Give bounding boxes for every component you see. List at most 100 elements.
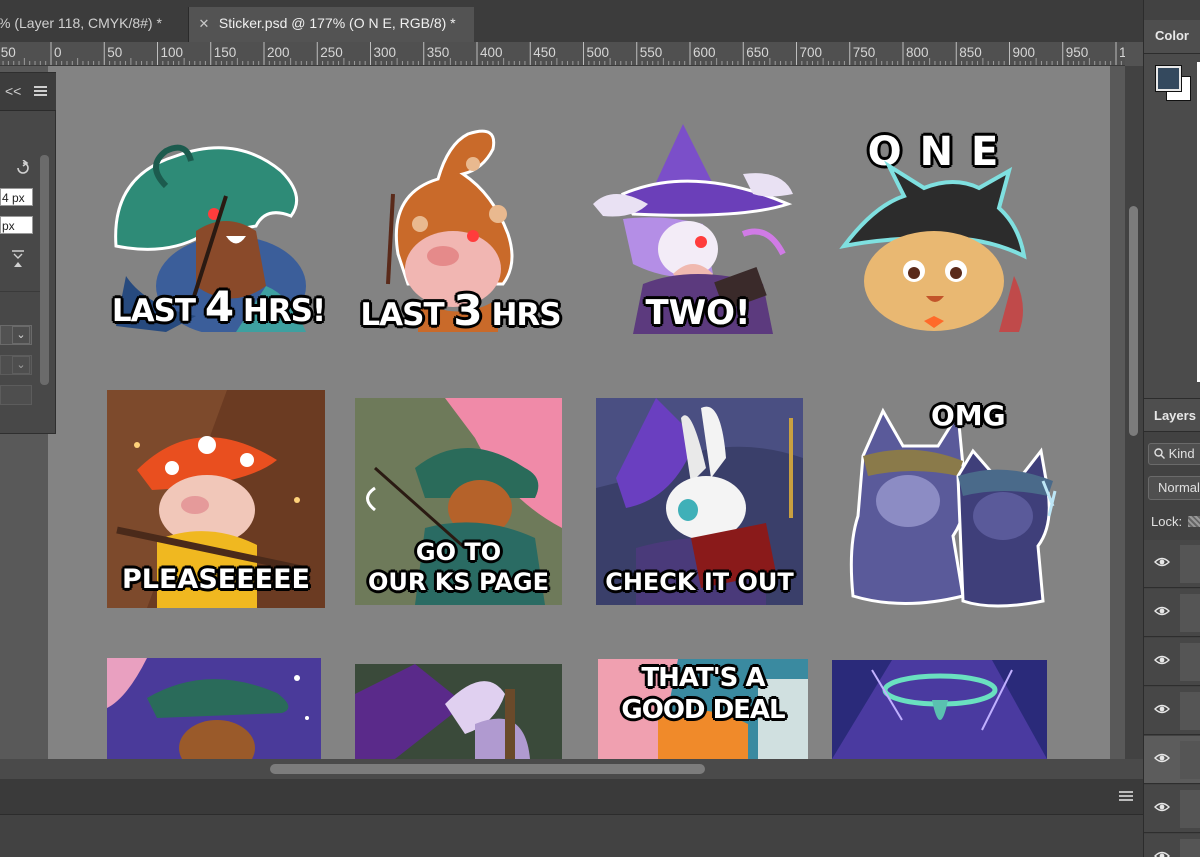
panel-menu-icon[interactable]: [1119, 791, 1133, 801]
layer-thumbnail[interactable]: [1180, 741, 1200, 779]
eye-icon[interactable]: [1154, 850, 1170, 857]
bear-night-illustration: [107, 658, 321, 759]
ruler-label: 950: [1065, 45, 1089, 60]
layer-thumbnail[interactable]: [1180, 643, 1200, 681]
horizontal-ruler[interactable]: 50 0 50 100 150 200 250 300 350 400 450 500 550 600 65…: [0, 42, 1125, 66]
eye-icon[interactable]: [1154, 556, 1170, 568]
panel-menu-icon[interactable]: [34, 86, 47, 96]
sticker-cat-one[interactable]: O N E: [834, 126, 1034, 332]
tab-label: % (Layer 118, CMYK/8#) *: [0, 15, 162, 31]
sticker-caption-line1: THAT'S A: [641, 663, 765, 693]
layer-row[interactable]: [1144, 785, 1200, 833]
eye-icon[interactable]: [1154, 752, 1170, 764]
ruler-label: 800: [906, 45, 929, 60]
ruler-label: 600: [693, 45, 716, 60]
layer-thumbnail[interactable]: [1180, 545, 1200, 583]
layer-thumbnail[interactable]: [1180, 594, 1200, 632]
sticker-good-deal[interactable]: THAT'S A GOOD DEAL: [598, 659, 808, 759]
layer-row[interactable]: [1144, 834, 1200, 857]
ruler-label: 200: [267, 45, 290, 60]
tab-sticker-psd[interactable]: ✕ Sticker.psd @ 177% (O N E, RGB/8) *: [188, 7, 474, 42]
tab-label: Sticker.psd @ 177% (O N E, RGB/8) *: [218, 15, 456, 31]
layer-thumbnail[interactable]: [1180, 692, 1200, 730]
ruler-label: 550: [639, 45, 663, 60]
sticker-caption-line1: GO TO: [415, 538, 502, 566]
ruler-label: 850: [959, 45, 982, 60]
blend-mode-select[interactable]: Normal: [1148, 476, 1200, 500]
layer-row[interactable]: [1144, 736, 1200, 784]
layers-panel-tab[interactable]: Layers: [1144, 398, 1200, 432]
collapse-panel-icon[interactable]: <<: [5, 83, 21, 99]
sticker-bunny-row3[interactable]: [355, 664, 562, 759]
sticker-bear-go-to-ks-page[interactable]: GO TO OUR KS PAGE: [355, 398, 562, 605]
sticker-bear-row3[interactable]: [107, 658, 321, 759]
layer-thumbnail[interactable]: [1180, 839, 1200, 857]
sticker-cats-omg[interactable]: OMG: [843, 396, 1063, 608]
sticker-caption-line2: OUR KS PAGE: [367, 568, 550, 596]
canvas-area[interactable]: LAST 4 HRS! LAST 3 HRS TWO! O N E PLEASE…: [0, 66, 1125, 759]
eye-icon[interactable]: [1154, 654, 1170, 666]
color-panel-title: Color: [1155, 28, 1189, 43]
eye-icon[interactable]: [1154, 605, 1170, 617]
eye-icon[interactable]: [1154, 801, 1170, 813]
sticker-bear-last-4-hrs[interactable]: LAST 4 HRS!: [106, 136, 331, 336]
timeline-panel-header: [0, 779, 1143, 815]
color-panel-tab[interactable]: Color: [1144, 20, 1200, 54]
width-field[interactable]: 4 px: [0, 188, 33, 206]
vertical-scrollbar[interactable]: [1125, 66, 1143, 759]
bunny-hat-illustration: [355, 664, 562, 759]
ruler-label: 500: [586, 45, 610, 60]
layer-row[interactable]: [1144, 687, 1200, 735]
chevron-down-icon: ⌄: [12, 356, 30, 374]
ruler-label: 50: [107, 45, 123, 60]
close-icon[interactable]: ✕: [193, 7, 215, 40]
sticker-caption: TWO!: [645, 293, 751, 333]
ruler-label: 750: [852, 45, 876, 60]
sticker-caption: LAST 3 HRS: [360, 286, 561, 335]
properties-scrollbar[interactable]: [40, 155, 49, 385]
document-tab-bar: % (Layer 118, CMYK/8#) * ✕ Sticker.psd @…: [0, 0, 1143, 42]
right-dock: Color Layers Kind Normal Lock:: [1143, 0, 1200, 857]
layer-row[interactable]: [1144, 540, 1200, 588]
lock-label: Lock:: [1151, 514, 1183, 529]
eye-icon[interactable]: [1154, 703, 1170, 715]
option-select-disabled: [0, 385, 32, 405]
layer-row[interactable]: [1144, 589, 1200, 637]
ruler-label: 250: [320, 45, 343, 60]
photoshop-window: % (Layer 118, CMYK/8#) * ✕ Sticker.psd @…: [0, 0, 1200, 857]
color-panel: [1144, 54, 1200, 398]
ruler-label: 650: [746, 45, 769, 60]
ruler-label: 50: [0, 45, 16, 60]
sticker-magic-row3[interactable]: [832, 660, 1047, 759]
sticker-caption-line2: GOOD DEAL: [621, 695, 785, 725]
reset-icon[interactable]: [14, 160, 32, 176]
sticker-caption: OMG: [931, 399, 1006, 432]
sticker-pig-pleaseeeee[interactable]: PLEASEEEEE: [107, 390, 325, 608]
ruler-label: 10: [1119, 45, 1125, 60]
artboard[interactable]: LAST 4 HRS! LAST 3 HRS TWO! O N E PLEASE…: [48, 66, 1110, 759]
sticker-caption: PLEASEEEEE: [122, 564, 310, 595]
sticker-caption: CHECK IT OUT: [605, 568, 794, 596]
chevron-down-icon[interactable]: ⌄: [12, 326, 30, 344]
foreground-color-swatch[interactable]: [1155, 65, 1182, 92]
layers-panel-title: Layers: [1154, 408, 1196, 423]
layer-thumbnail[interactable]: [1180, 790, 1200, 828]
layer-row[interactable]: [1144, 638, 1200, 686]
sticker-bunny-check-it-out[interactable]: CHECK IT OUT: [596, 398, 803, 605]
horizontal-scrollbar[interactable]: [0, 759, 1143, 779]
ruler-label: 450: [533, 45, 556, 60]
horizontal-scroll-thumb[interactable]: [270, 764, 705, 774]
cat-illustration: [839, 160, 1027, 332]
height-field[interactable]: px: [0, 216, 33, 234]
vertical-scroll-thumb[interactable]: [1129, 206, 1138, 436]
properties-panel: << 4 px px ⌄ ⌄: [0, 72, 56, 434]
divider: [0, 291, 40, 292]
layer-filter-kind[interactable]: Kind: [1148, 443, 1200, 465]
search-icon: [1154, 448, 1165, 459]
lock-transparent-pixels-icon[interactable]: [1188, 516, 1200, 527]
timeline-panel: [0, 779, 1143, 857]
tab-layer-118[interactable]: % (Layer 118, CMYK/8#) *: [0, 7, 188, 42]
sticker-pig-last-3-hrs[interactable]: LAST 3 HRS: [348, 124, 573, 332]
align-bottom-icon[interactable]: [10, 249, 26, 269]
sticker-bunny-two[interactable]: TWO!: [593, 124, 803, 334]
